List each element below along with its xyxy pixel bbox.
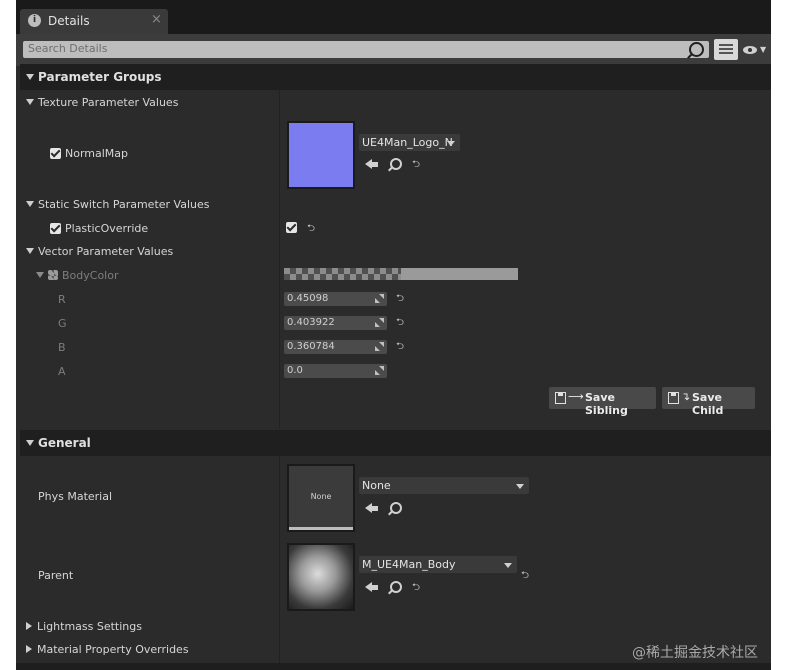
- channel-b-input[interactable]: 0.360784: [284, 340, 387, 354]
- search-icon[interactable]: [689, 42, 704, 57]
- column-splitter-general[interactable]: [279, 456, 280, 666]
- lightmass-settings-row[interactable]: Lightmass Settings: [26, 620, 142, 633]
- texture-params-header[interactable]: Texture Parameter Values: [26, 96, 178, 109]
- close-icon[interactable]: ×: [151, 12, 162, 27]
- vector-params-header[interactable]: Vector Parameter Values: [26, 245, 173, 258]
- body-color-label: BodyColor: [62, 269, 119, 282]
- browse-icon[interactable]: [390, 581, 402, 593]
- channel-g-input[interactable]: 0.403922: [284, 316, 387, 330]
- expand-arrow-icon: [26, 440, 34, 446]
- body-color-row[interactable]: BodyColor: [36, 269, 119, 282]
- reset-icon[interactable]: ⮌: [521, 568, 529, 585]
- reset-icon[interactable]: ⮌: [396, 315, 404, 332]
- reset-icon[interactable]: ⮌: [412, 580, 420, 597]
- expand-arrow-icon: [26, 99, 34, 105]
- browse-icon[interactable]: [390, 502, 402, 514]
- channel-r-input[interactable]: 0.45098: [284, 292, 387, 306]
- tab-title: Details: [48, 14, 90, 28]
- plastic-override-row: PlasticOverride: [50, 222, 148, 235]
- browse-icon[interactable]: [390, 158, 402, 170]
- texture-asset-combo[interactable]: UE4Man_Logo_N: [359, 134, 460, 151]
- plastic-override-label: PlasticOverride: [65, 222, 149, 235]
- expand-arrow-icon: [36, 272, 44, 278]
- channel-label-a: A: [58, 365, 66, 378]
- expand-arrow-icon: [26, 645, 32, 653]
- material-property-overrides-row[interactable]: Material Property Overrides: [26, 643, 189, 656]
- channel-label-b: B: [58, 341, 66, 354]
- save-sibling-button[interactable]: ⟶ Save Sibling: [549, 387, 656, 417]
- normal-map-row: NormalMap: [50, 147, 128, 160]
- arrow-right-icon: ⟶: [568, 390, 584, 403]
- reset-icon[interactable]: ⮌: [396, 291, 404, 308]
- expand-arrow-icon: [26, 622, 32, 630]
- plastic-override-value-checkbox[interactable]: [286, 222, 297, 233]
- use-selected-arrow-icon[interactable]: [365, 503, 378, 514]
- chevron-down-icon: [504, 563, 512, 568]
- parent-material-combo[interactable]: M_UE4Man_Body: [359, 556, 517, 573]
- normal-map-checkbox[interactable]: [50, 148, 61, 159]
- phys-material-thumbnail[interactable]: None: [287, 464, 355, 532]
- chevron-down-icon: [516, 484, 524, 489]
- phys-material-combo[interactable]: None: [359, 477, 529, 494]
- watermark: @稀土掘金技术社区: [632, 645, 758, 661]
- tab-details[interactable]: i Details ×: [20, 9, 168, 34]
- drag-handle-icon: [375, 342, 384, 351]
- drag-handle-icon: [375, 366, 384, 375]
- search-placeholder: Search Details: [28, 42, 108, 55]
- normal-map-label: NormalMap: [65, 147, 129, 160]
- reset-icon[interactable]: ⮌: [412, 157, 420, 174]
- body-color-bar[interactable]: [284, 268, 518, 280]
- category-title: General: [38, 436, 91, 450]
- details-panel: i Details × Search Details ▼ Parameter G…: [16, 0, 771, 670]
- list-icon: [719, 44, 733, 46]
- use-selected-arrow-icon[interactable]: [365, 159, 378, 170]
- arrow-down-icon: ↴: [681, 390, 691, 403]
- drag-handle-icon: [375, 294, 384, 303]
- normal-map-thumbnail[interactable]: [287, 121, 355, 189]
- chevron-down-icon: [447, 141, 455, 146]
- reset-icon[interactable]: ⮌: [396, 339, 404, 356]
- category-parameter-groups[interactable]: Parameter Groups: [20, 64, 771, 90]
- property-matrix-button[interactable]: [714, 39, 738, 60]
- reset-icon[interactable]: ⮌: [307, 221, 315, 238]
- phys-material-label: Phys Material: [38, 490, 113, 503]
- use-selected-arrow-icon[interactable]: [365, 582, 378, 593]
- static-switch-header[interactable]: Static Switch Parameter Values: [26, 198, 209, 211]
- bottom-scroll-strip: [16, 663, 771, 670]
- chevron-down-icon[interactable]: ▼: [760, 45, 766, 54]
- search-input[interactable]: Search Details: [23, 41, 709, 58]
- channel-a-input[interactable]: 0.0: [284, 364, 387, 378]
- tab-strip: i Details ×: [16, 0, 771, 34]
- channel-label-g: G: [58, 317, 67, 330]
- plastic-override-checkbox[interactable]: [50, 223, 61, 234]
- parent-label: Parent: [38, 569, 74, 582]
- category-title: Parameter Groups: [38, 70, 162, 84]
- save-icon: [668, 392, 679, 404]
- save-icon: [555, 392, 566, 404]
- save-child-button[interactable]: ↴ Save Child: [662, 387, 755, 417]
- eye-icon[interactable]: [743, 46, 757, 54]
- channel-label-r: R: [58, 293, 66, 306]
- expand-arrow-icon: [26, 74, 34, 80]
- column-splitter[interactable]: [279, 90, 280, 428]
- expand-arrow-icon: [26, 201, 34, 207]
- category-general[interactable]: General: [20, 430, 771, 456]
- parent-material-thumbnail[interactable]: [287, 543, 355, 611]
- search-row: Search Details ▼: [16, 34, 771, 66]
- drag-handle-icon: [375, 318, 384, 327]
- color-swatch-icon: [48, 270, 58, 280]
- info-icon: i: [28, 14, 41, 27]
- expand-arrow-icon: [26, 248, 34, 254]
